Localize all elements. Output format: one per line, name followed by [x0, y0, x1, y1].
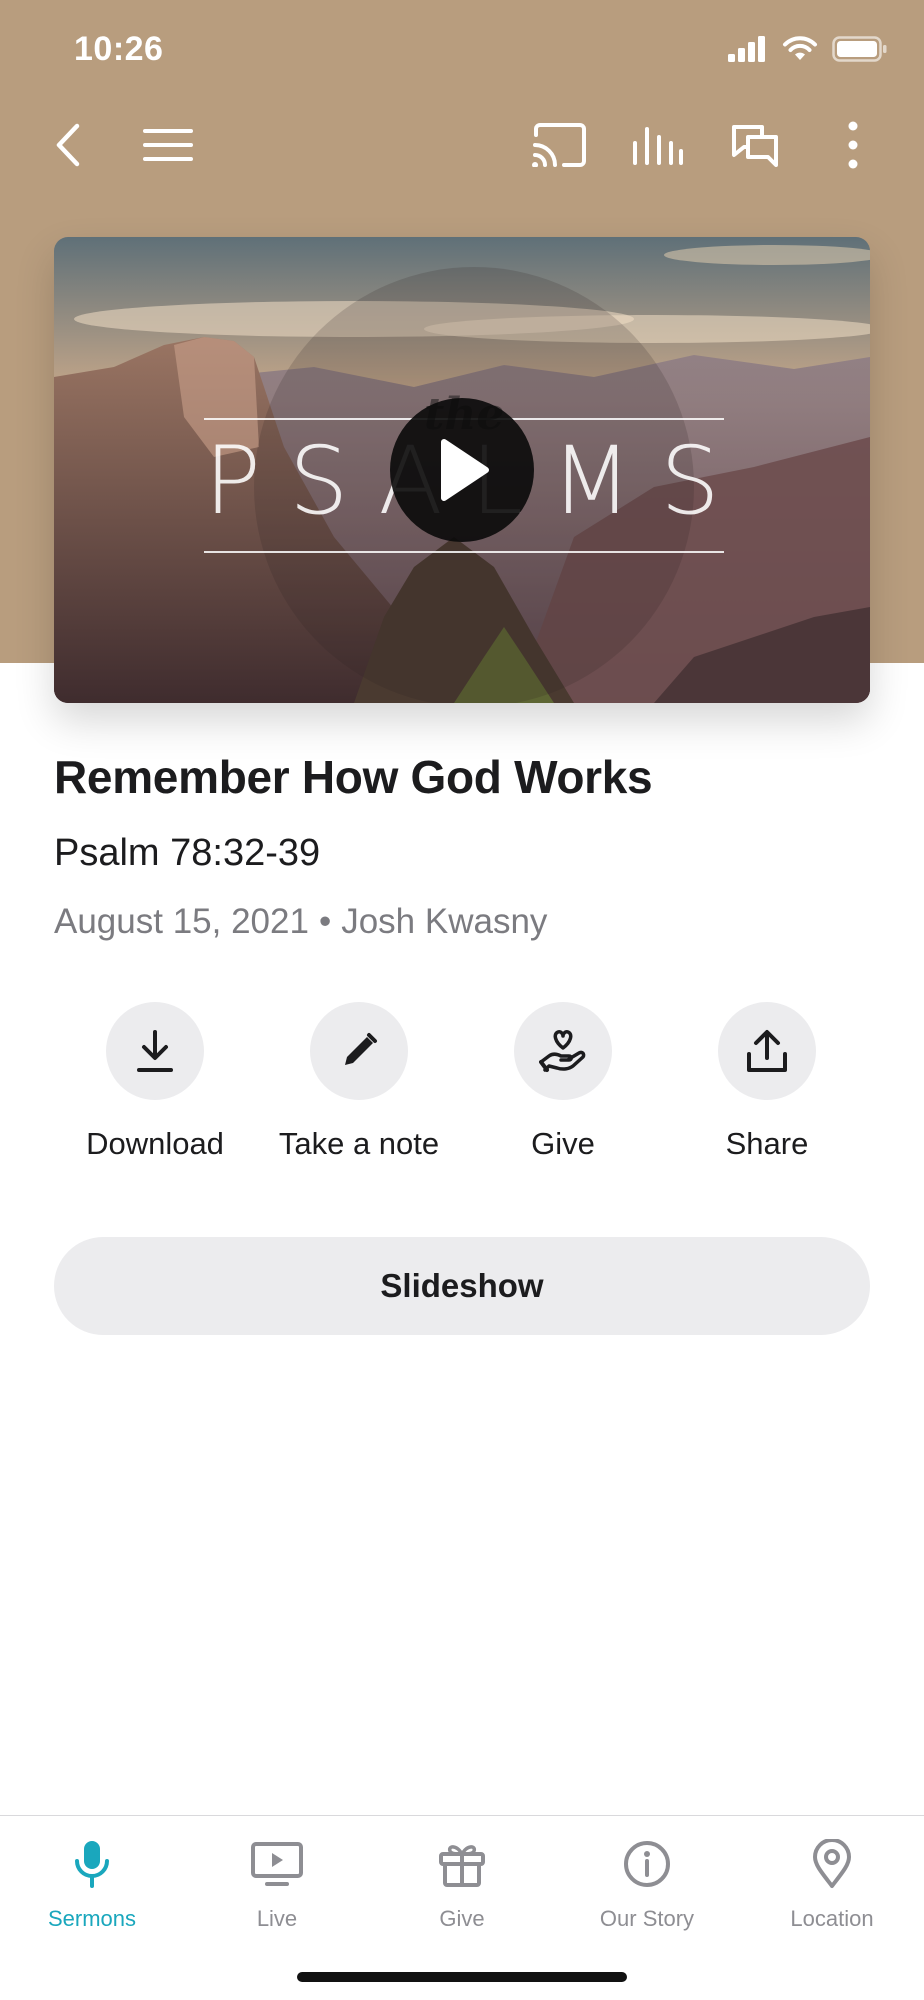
- location-pin-icon: [813, 1839, 851, 1888]
- download-icon: [137, 1030, 173, 1072]
- status-bar: 10:26: [0, 0, 924, 100]
- slideshow-button[interactable]: Slideshow: [54, 1237, 870, 1335]
- info-icon: [624, 1841, 670, 1887]
- scripture-reference: Psalm 78:32-39: [54, 832, 321, 874]
- tv-play-icon: [251, 1842, 303, 1886]
- menu-button[interactable]: [133, 110, 203, 180]
- home-indicator[interactable]: [297, 1972, 627, 1982]
- cast-button[interactable]: [524, 110, 594, 180]
- play-icon: [441, 439, 489, 501]
- download-label: Download: [86, 1126, 224, 1161]
- meta-separator: •: [318, 902, 332, 941]
- cast-icon: [532, 123, 586, 167]
- status-time: 10:26: [74, 30, 164, 68]
- sermon-speaker[interactable]: Josh Kwasny: [341, 902, 547, 941]
- tab-give[interactable]: Give: [370, 1834, 554, 1932]
- tab-sermons-label: Sermons: [47, 1906, 137, 1931]
- back-chevron-icon: [56, 123, 80, 167]
- share-circle: [718, 1002, 816, 1100]
- take-note-label: Take a note: [278, 1126, 440, 1161]
- more-options-button[interactable]: [818, 110, 888, 180]
- tab-our-story-label: Our Story: [599, 1906, 695, 1931]
- microphone-icon: [75, 1841, 109, 1888]
- play-button[interactable]: [390, 398, 534, 542]
- cellular-signal-icon: [728, 36, 765, 62]
- chat-icon: [732, 125, 778, 167]
- battery-icon: [832, 36, 887, 62]
- tab-live[interactable]: Live: [185, 1834, 369, 1932]
- tab-sermons[interactable]: Sermons: [0, 1834, 184, 1932]
- give-circle: [514, 1002, 612, 1100]
- hamburger-menu-icon: [143, 129, 193, 161]
- share-button[interactable]: Share: [657, 1002, 877, 1162]
- back-button[interactable]: [33, 110, 103, 180]
- tab-give-label: Give: [439, 1906, 485, 1931]
- wifi-icon: [783, 36, 817, 60]
- share-label: Share: [725, 1126, 809, 1161]
- give-label: Give: [531, 1126, 595, 1161]
- sermon-date: August 15, 2021: [54, 902, 309, 941]
- give-button[interactable]: Give: [453, 1002, 673, 1162]
- share-icon: [747, 1030, 787, 1072]
- sermon-title: Remember How God Works: [54, 751, 653, 803]
- sermon-artwork: the PSALMS: [54, 237, 870, 703]
- status-icons: [728, 36, 888, 62]
- audio-button[interactable]: [622, 110, 692, 180]
- title-rule-bottom: [204, 551, 724, 553]
- take-note-circle: [310, 1002, 408, 1100]
- take-note-button[interactable]: Take a note: [249, 1002, 469, 1162]
- tab-our-story[interactable]: Our Story: [555, 1834, 739, 1932]
- download-circle: [106, 1002, 204, 1100]
- audio-bars-icon: [633, 127, 683, 165]
- heart-hand-icon: [539, 1030, 586, 1072]
- gift-icon: [439, 1845, 485, 1887]
- pencil-icon: [345, 1033, 377, 1065]
- chat-button[interactable]: [720, 110, 790, 180]
- top-toolbar: [0, 110, 924, 180]
- tab-location[interactable]: Location: [740, 1834, 924, 1932]
- tab-live-label: Live: [256, 1906, 298, 1931]
- download-button[interactable]: Download: [45, 1002, 265, 1162]
- more-vertical-icon: [848, 121, 858, 169]
- action-row: Download Take a note Give Share: [0, 1002, 924, 1172]
- tab-location-label: Location: [790, 1906, 874, 1931]
- sermon-meta: August 15, 2021 • Josh Kwasny: [54, 902, 547, 942]
